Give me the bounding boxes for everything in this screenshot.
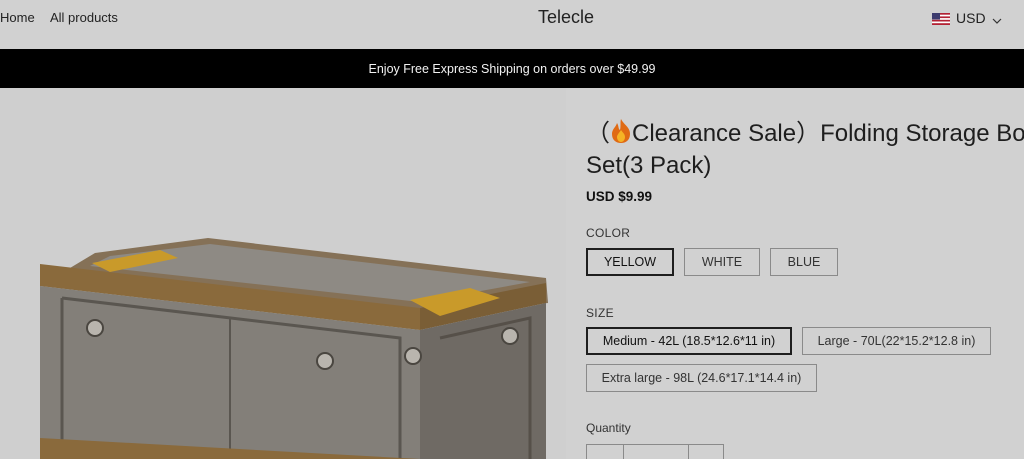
size-option-large[interactable]: Large - 70L(22*15.2*12.8 in) bbox=[802, 327, 991, 355]
currency-selector[interactable]: USD bbox=[932, 9, 1002, 27]
color-option-yellow[interactable]: YELLOW bbox=[586, 248, 674, 276]
color-label: COLOR bbox=[586, 226, 631, 240]
size-label: SIZE bbox=[586, 306, 614, 320]
product-info: （Clearance Sale）Folding Storage Box Set(… bbox=[586, 88, 1024, 459]
announcement-text: Enjoy Free Express Shipping on orders ov… bbox=[368, 61, 656, 76]
quantity-label: Quantity bbox=[586, 421, 631, 435]
fire-icon bbox=[610, 118, 632, 151]
quantity-stepper[interactable] bbox=[586, 444, 724, 459]
us-flag-icon bbox=[932, 12, 950, 25]
product-price: USD $9.99 bbox=[586, 189, 653, 204]
size-option-extra-large[interactable]: Extra large - 98L (24.6*17.1*14.4 in) bbox=[586, 364, 817, 392]
chevron-down-icon bbox=[992, 13, 1002, 24]
quantity-divider bbox=[623, 445, 624, 459]
color-option-blue[interactable]: BLUE bbox=[770, 248, 838, 276]
store-logo[interactable]: Telecle bbox=[538, 7, 594, 28]
nav-all-products-link[interactable]: All products bbox=[50, 10, 118, 25]
announcement-bar: Enjoy Free Express Shipping on orders ov… bbox=[0, 49, 1024, 88]
size-option-medium[interactable]: Medium - 42L (18.5*12.6*11 in) bbox=[586, 327, 792, 355]
title-prefix: （ bbox=[586, 120, 610, 147]
nav-home-link[interactable]: Home bbox=[0, 10, 35, 25]
color-option-white[interactable]: WHITE bbox=[684, 248, 760, 276]
product-title: （Clearance Sale）Folding Storage Box Set(… bbox=[586, 118, 1024, 180]
title-main: Clearance Sale）Folding Storage Box Set(3… bbox=[586, 120, 1024, 179]
currency-label: USD bbox=[956, 10, 986, 26]
product-image[interactable] bbox=[0, 88, 566, 459]
quantity-divider bbox=[688, 445, 689, 459]
site-header: Home All products Telecle USD bbox=[0, 0, 1024, 49]
